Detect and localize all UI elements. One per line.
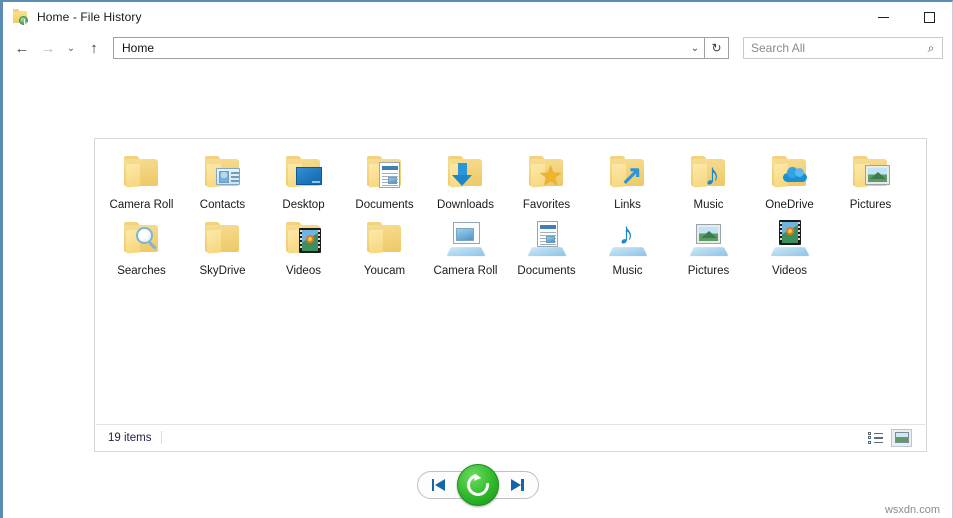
search-icon: ⌕ [927,40,935,55]
next-icon [510,479,524,491]
watermark: wsxdn.com [884,504,940,516]
list-item-label: Links [614,199,641,211]
list-item[interactable]: Documents [506,212,587,278]
file-history-folder-icon [12,9,30,25]
list-item[interactable]: Videos [749,212,830,278]
item-count-label: 19 items [108,431,152,444]
library-videos [766,217,814,261]
list-item-label: Videos [772,265,807,277]
folder-desktop [280,151,328,195]
list-item[interactable]: Contacts [182,146,263,212]
library-documents [523,217,571,261]
folder-plain [199,217,247,261]
folder-plain [118,151,166,195]
list-item-label: Searches [117,265,166,277]
navigation-toolbar: ← → ⌄ ↑ Home ⌄ ↻ Search All ⌕ [3,32,952,64]
status-bar: 19 items [96,424,925,450]
maximize-icon [923,11,935,23]
list-item-label: Camera Roll [109,199,174,211]
up-button[interactable]: ↑ [81,35,107,61]
chevron-down-icon[interactable]: ⌄ [686,43,704,54]
restore-controls [3,462,952,508]
list-item[interactable]: ↗ Links [587,146,668,212]
list-item[interactable]: SkyDrive [182,212,263,278]
list-item-label: Camera Roll [433,265,498,277]
window-controls [860,2,952,32]
minimize-button[interactable] [860,2,906,32]
list-item-label: Desktop [282,199,325,211]
list-item[interactable]: Documents [344,146,425,212]
folder-music: ♪ [685,151,733,195]
list-item[interactable]: Desktop [263,146,344,212]
list-item[interactable]: Downloads [425,146,506,212]
minimize-icon [877,16,889,18]
list-item[interactable]: Camera Roll [101,146,182,212]
view-mode-buttons [866,428,925,447]
list-item[interactable]: Searches [101,212,182,278]
folder-plain [361,217,409,261]
refresh-button[interactable]: ↻ [705,37,729,59]
items-grid: Camera Roll Contacts Desktop Documents Downl… [95,146,926,278]
list-item[interactable]: Videos [263,212,344,278]
list-item-label: Pictures [849,199,892,211]
folder-documents [361,151,409,195]
maximize-button[interactable] [906,2,952,32]
folder-favorites: ★ [523,151,571,195]
window-title: Home - File History [37,10,142,24]
file-history-window: Home - File History ← → ⌄ ↑ Home ⌄ ↻ Sea… [0,0,953,518]
list-item-label: Documents [517,265,576,277]
title-bar: Home - File History [3,2,952,32]
folder-videos [280,217,328,261]
details-view-icon [868,431,883,444]
list-item-label: Youcam [363,265,406,277]
folder-links: ↗ [604,151,652,195]
forward-button[interactable]: → [35,35,61,61]
list-item-label: Music [612,265,643,277]
list-item[interactable]: Camera Roll [425,212,506,278]
list-item-label: Pictures [687,265,730,277]
details-view-button[interactable] [866,430,885,446]
library-music: ♪ [604,217,652,261]
folder-downloads [442,151,490,195]
thumbnails-view-icon [894,432,909,443]
library-camera-roll [442,217,490,261]
address-bar[interactable]: Home ⌄ [113,37,705,59]
list-item[interactable]: Youcam [344,212,425,278]
list-item[interactable]: ★ Favorites [506,146,587,212]
search-box[interactable]: Search All ⌕ [743,37,943,59]
list-item[interactable]: Pictures [830,146,911,212]
thumbnails-view-button[interactable] [891,428,912,447]
folder-searches [118,217,166,261]
list-item-label: OneDrive [765,199,814,211]
restore-button[interactable] [456,464,499,506]
list-item-label: Music [693,199,724,211]
folder-contacts [199,151,247,195]
content-pane: Camera Roll Contacts Desktop Documents Downl… [94,138,927,452]
list-item-label: Contacts [199,199,246,211]
list-item[interactable]: OneDrive [749,146,830,212]
library-pictures [685,217,733,261]
previous-icon [431,479,446,491]
list-item-label: Favorites [522,199,571,211]
list-item[interactable]: ♪ Music [668,146,749,212]
folder-pictures [847,151,895,195]
list-item-label: Videos [286,265,321,277]
back-button[interactable]: ← [9,35,35,61]
list-item-label: SkyDrive [199,265,246,277]
list-item[interactable]: ♪ Music [587,212,668,278]
search-input[interactable]: Search All [744,41,920,55]
restore-icon [462,469,493,501]
list-item-label: Downloads [437,199,494,211]
recent-locations-button[interactable]: ⌄ [61,35,81,61]
status-divider [161,431,163,444]
list-item[interactable]: Pictures [668,212,749,278]
folder-onedrive [766,151,814,195]
address-value: Home [122,41,155,55]
list-item-label: Documents [355,199,414,211]
